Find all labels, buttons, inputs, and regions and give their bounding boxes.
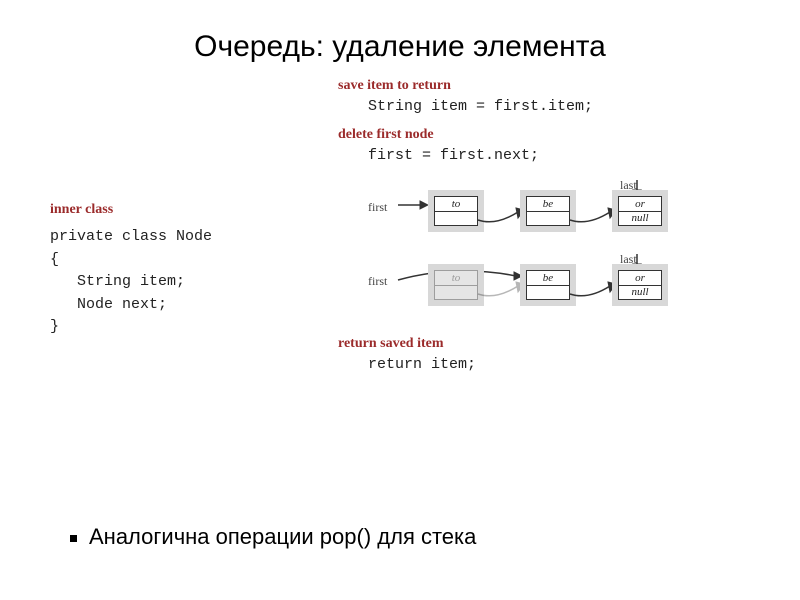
save-label: save item to return [338, 78, 750, 94]
diagram-after: first last to be [368, 250, 708, 318]
node-or-2-item: or [619, 271, 661, 286]
label-first-2: first [368, 274, 387, 289]
label-first: first [368, 200, 387, 215]
return-label: return saved item [338, 336, 750, 352]
node-or-null: null [619, 212, 661, 226]
bullet-icon [70, 535, 77, 542]
delete-code: first = first.next; [368, 147, 750, 164]
left-column: inner class private class Node { String … [50, 72, 330, 385]
return-code: return item; [368, 356, 750, 373]
save-code: String item = first.item; [368, 98, 750, 115]
inner-class-label: inner class [50, 202, 330, 218]
node-or: or null [612, 190, 668, 232]
node-be-item: be [527, 197, 569, 212]
section-save: save item to return String item = first.… [338, 78, 750, 115]
section-return: return saved item return item; [338, 336, 750, 373]
node-to-item: to [435, 197, 477, 212]
node-or-2-null: null [619, 286, 661, 300]
node-or-2: or null [612, 264, 668, 306]
inner-class-code: private class Node { String item; Node n… [50, 226, 330, 339]
node-be-2-item: be [527, 271, 569, 286]
diagram-before: first last to be [368, 176, 708, 244]
page-title: Очередь: удаление элемента [0, 0, 800, 72]
bullet: Аналогична операции pop() для стека [70, 524, 476, 550]
node-or-item: or [619, 197, 661, 212]
section-delete: delete first node first = first.next; [338, 127, 750, 164]
bullet-text: Аналогична операции pop() для стека [89, 524, 476, 549]
node-to-faded-item: to [435, 271, 477, 286]
content: inner class private class Node { String … [0, 72, 800, 385]
delete-label: delete first node [338, 127, 750, 143]
right-column: save item to return String item = first.… [330, 72, 750, 385]
